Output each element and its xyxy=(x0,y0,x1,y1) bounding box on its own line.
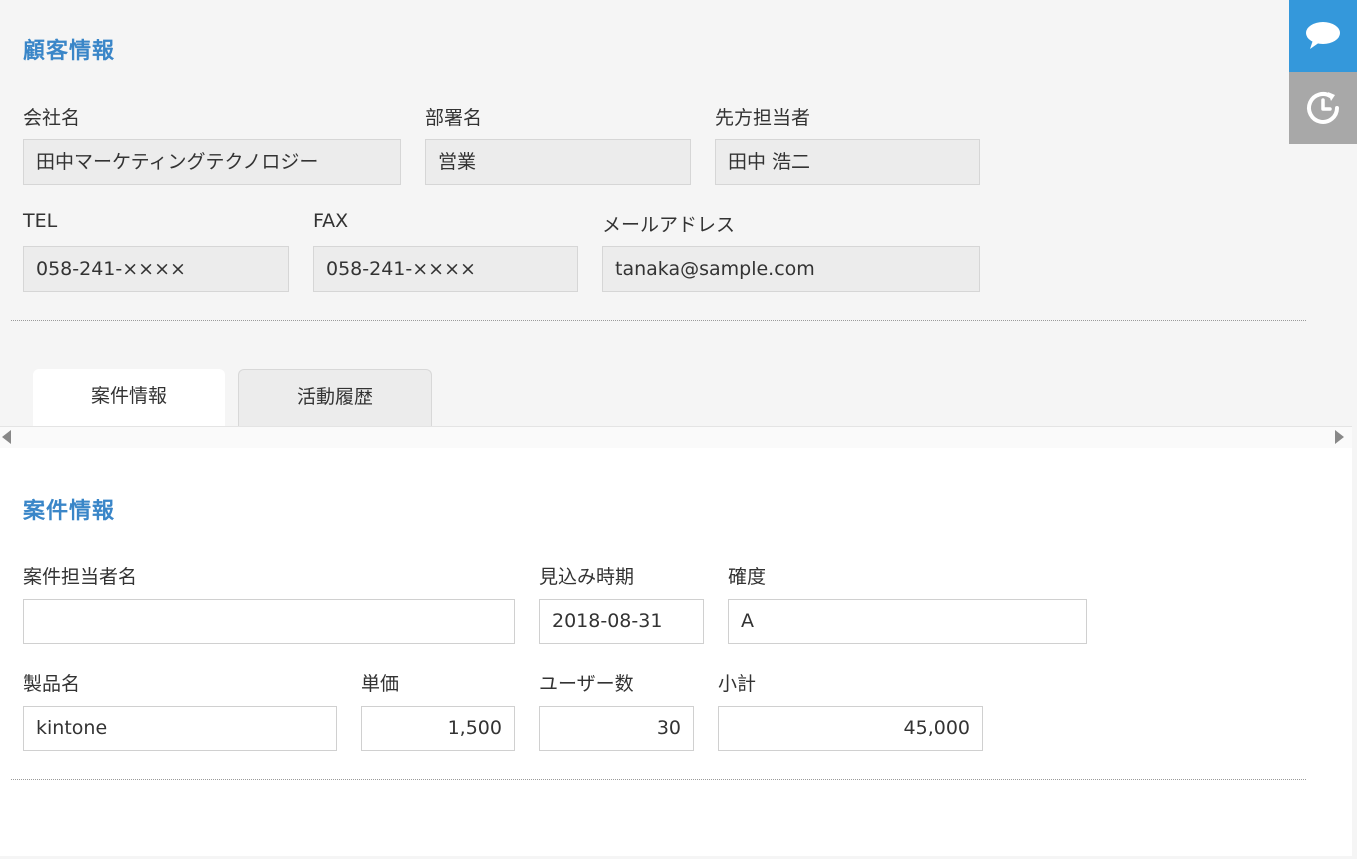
scroll-left-icon[interactable] xyxy=(2,430,11,444)
deal-panel: 案件情報 案件担当者名 見込み時期 2018-08-31 確度 A 製品名 ki… xyxy=(0,448,1352,856)
deal-divider xyxy=(11,779,1306,780)
department-field: 営業 xyxy=(425,139,691,185)
tab-scroll-strip xyxy=(0,426,1352,449)
tab-activity-history[interactable]: 活動履歴 xyxy=(238,369,432,426)
owner-input[interactable] xyxy=(23,599,515,644)
product-input[interactable]: kintone xyxy=(23,706,337,751)
customer-divider xyxy=(11,320,1306,321)
users-input[interactable]: 30 xyxy=(539,706,694,751)
company-field: 田中マーケティングテクノロジー xyxy=(23,139,401,185)
subtotal-input[interactable]: 45,000 xyxy=(718,706,983,751)
customer-section-title: 顧客情報 xyxy=(23,39,116,64)
comment-button[interactable] xyxy=(1289,0,1357,72)
tel-label: TEL xyxy=(23,210,58,232)
product-label: 製品名 xyxy=(23,673,81,695)
tel-field: 058-241-×××× xyxy=(23,246,289,292)
owner-label: 案件担当者名 xyxy=(23,566,138,588)
fax-field: 058-241-×××× xyxy=(313,246,578,292)
tab-deal-info[interactable]: 案件情報 xyxy=(33,369,225,426)
fax-label: FAX xyxy=(313,210,349,232)
email-field: tanaka@sample.com xyxy=(602,246,980,292)
contact-label: 先方担当者 xyxy=(715,107,811,129)
expected-date-label: 見込み時期 xyxy=(539,566,635,588)
deal-section-title: 案件情報 xyxy=(23,499,116,524)
speech-bubble-icon xyxy=(1304,20,1342,52)
subtotal-label: 小計 xyxy=(718,673,757,695)
unit-price-label: 単価 xyxy=(361,673,400,695)
unit-price-input[interactable]: 1,500 xyxy=(361,706,515,751)
history-button[interactable] xyxy=(1289,72,1357,144)
scroll-right-icon[interactable] xyxy=(1335,430,1344,444)
contact-field: 田中 浩二 xyxy=(715,139,980,185)
company-label: 会社名 xyxy=(23,107,81,129)
email-label: メールアドレス xyxy=(602,214,736,236)
certainty-label: 確度 xyxy=(728,566,767,588)
expected-date-input[interactable]: 2018-08-31 xyxy=(539,599,704,644)
certainty-input[interactable]: A xyxy=(728,599,1087,644)
department-label: 部署名 xyxy=(425,107,483,129)
history-clock-icon xyxy=(1304,89,1342,127)
users-label: ユーザー数 xyxy=(539,673,634,695)
